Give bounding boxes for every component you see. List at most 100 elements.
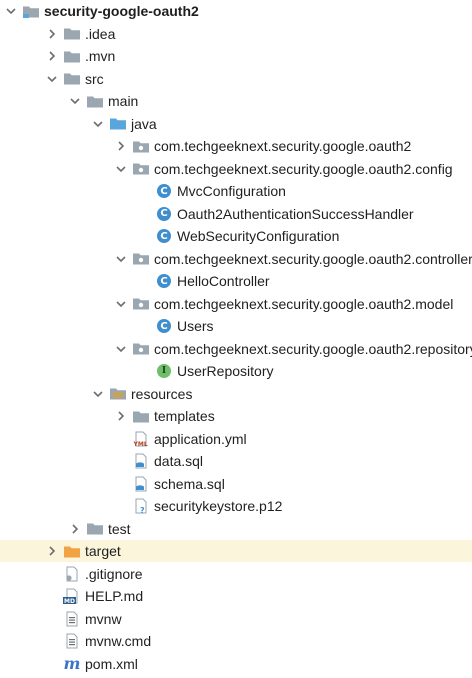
tree-node-label: com.techgeeknext.security.google.oauth2.… (154, 340, 472, 357)
tree-node-target[interactable]: target (0, 540, 472, 562)
tree-node-label: resources (131, 385, 193, 402)
maven-file-icon: m (63, 653, 81, 673)
gitignore-file-icon (63, 566, 81, 582)
sql-file-icon (132, 453, 150, 469)
tree-node-com-techgeeknext-security-google-oauth2-config[interactable]: com.techgeeknext.security.google.oauth2.… (0, 158, 472, 180)
tree-node-oauth2authenticationsuccesshandler[interactable]: C Oauth2AuthenticationSuccessHandler (0, 203, 472, 225)
tree-node-label: securitykeystore.p12 (154, 498, 283, 514)
tree-node-securitykeystore-p12[interactable]: ? securitykeystore.p12 (0, 495, 472, 517)
class-icon: C (155, 206, 173, 222)
folder-icon (86, 521, 104, 537)
tree-node-security-google-oauth2[interactable]: security-google-oauth2 (0, 0, 472, 22)
text-file-icon (63, 633, 81, 649)
tree-node-label: Users (177, 318, 214, 334)
tree-node-application-yml[interactable]: YML application.yml (0, 428, 472, 450)
resources-folder-icon (109, 386, 127, 402)
chevron-down-icon[interactable] (114, 342, 128, 356)
tree-node-label: WebSecurityConfiguration (177, 228, 340, 244)
chevron-down-icon[interactable] (114, 297, 128, 311)
tree-node-label: mvnw (85, 610, 122, 627)
tree-node-label: schema.sql (154, 475, 225, 492)
tree-node-label: pom.xml (85, 655, 138, 672)
tree-node-schema-sql[interactable]: schema.sql (0, 473, 472, 495)
tree-node-data-sql[interactable]: data.sql (0, 450, 472, 472)
class-icon: C (155, 273, 173, 289)
chevron-down-icon[interactable] (91, 387, 105, 401)
tree-node-mvnw[interactable]: mvnw (0, 608, 472, 630)
tree-node-label: HelloController (177, 273, 270, 289)
tree-node-label: com.techgeeknext.security.google.oauth2 (154, 138, 412, 154)
excluded-folder-icon (63, 543, 81, 559)
tree-node-label: templates (154, 408, 215, 424)
tree-node-help-md[interactable]: MD HELP.md (0, 585, 472, 607)
chevron-right-icon[interactable] (114, 409, 128, 423)
chevron-right-icon[interactable] (45, 49, 59, 63)
class-icon: C (155, 183, 173, 199)
tree-node-label: test (108, 520, 131, 537)
package-icon (132, 138, 150, 154)
tree-node-label: mvnw.cmd (85, 633, 152, 649)
tree-node-label: UserRepository (177, 363, 274, 379)
chevron-down-icon[interactable] (114, 162, 128, 176)
folder-icon (132, 408, 150, 424)
unknown-file-icon: ? (132, 498, 150, 514)
chevron-right-icon[interactable] (45, 27, 59, 41)
module-folder-icon (22, 3, 40, 19)
sql-file-icon (132, 476, 150, 492)
tree-node-label: application.yml (154, 430, 247, 447)
chevron-down-icon[interactable] (45, 72, 59, 86)
tree-node-gitignore[interactable]: .gitignore (0, 563, 472, 585)
tree-node-userrepository[interactable]: I UserRepository (0, 360, 472, 382)
tree-node-com-techgeeknext-security-google-oauth2-repository[interactable]: com.techgeeknext.security.google.oauth2.… (0, 338, 472, 360)
chevron-right-icon[interactable] (114, 139, 128, 153)
tree-node-java[interactable]: java (0, 113, 472, 135)
tree-node-idea[interactable]: .idea (0, 23, 472, 45)
tree-node-src[interactable]: src (0, 68, 472, 90)
tree-node-label: HELP.md (85, 588, 144, 604)
package-icon (132, 296, 150, 312)
package-icon (132, 251, 150, 267)
tree-node-pom-xml[interactable]: m pom.xml (0, 653, 472, 675)
tree-node-label: MvcConfiguration (177, 183, 286, 199)
tree-node-label: com.techgeeknext.security.google.oauth2.… (154, 250, 472, 267)
tree-node-label: security-google-oauth2 (44, 3, 199, 19)
package-icon (132, 341, 150, 357)
tree-node-mvnw-cmd[interactable]: mvnw.cmd (0, 630, 472, 652)
tree-node-test[interactable]: test (0, 518, 472, 540)
tree-node-users[interactable]: C Users (0, 315, 472, 337)
svg-text:YML: YML (133, 441, 148, 447)
tree-node-resources[interactable]: resources (0, 383, 472, 405)
tree-node-websecurityconfiguration[interactable]: C WebSecurityConfiguration (0, 225, 472, 247)
chevron-down-icon[interactable] (68, 94, 82, 108)
project-tree: security-google-oauth2 .idea .mvn src main ja… (0, 0, 472, 678)
tree-node-mvcconfiguration[interactable]: C MvcConfiguration (0, 180, 472, 202)
chevron-down-icon[interactable] (114, 252, 128, 266)
package-icon (132, 161, 150, 177)
tree-node-main[interactable]: main (0, 90, 472, 112)
tree-node-hellocontroller[interactable]: C HelloController (0, 270, 472, 292)
tree-node-label: com.techgeeknext.security.google.oauth2.… (154, 160, 453, 177)
chevron-down-icon[interactable] (4, 4, 18, 18)
interface-icon: I (155, 363, 173, 379)
tree-node-label: com.techgeeknext.security.google.oauth2.… (154, 295, 454, 312)
tree-node-templates[interactable]: templates (0, 405, 472, 427)
markdown-file-icon: MD (63, 588, 81, 604)
tree-node-label: .gitignore (85, 565, 143, 582)
folder-icon (63, 26, 81, 42)
chevron-down-icon[interactable] (91, 117, 105, 131)
tree-node-com-techgeeknext-security-google-oauth2[interactable]: com.techgeeknext.security.google.oauth2 (0, 135, 472, 157)
tree-node-com-techgeeknext-security-google-oauth2-controller[interactable]: com.techgeeknext.security.google.oauth2.… (0, 248, 472, 270)
chevron-right-icon[interactable] (68, 522, 82, 536)
tree-node-com-techgeeknext-security-google-oauth2-model[interactable]: com.techgeeknext.security.google.oauth2.… (0, 293, 472, 315)
chevron-right-icon[interactable] (45, 544, 59, 558)
tree-node-mvn[interactable]: .mvn (0, 45, 472, 67)
